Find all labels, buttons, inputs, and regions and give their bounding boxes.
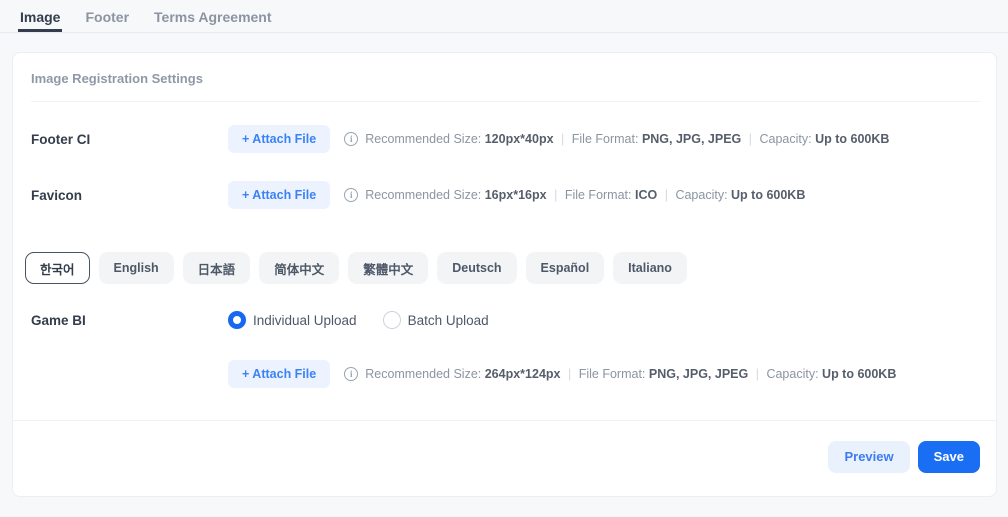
tab-image[interactable]: Image	[18, 0, 62, 32]
upload-mode-radio-group: Individual Upload Batch Upload	[228, 311, 489, 329]
favicon-label: Favicon	[31, 188, 228, 203]
action-footer: Preview Save	[13, 420, 996, 496]
card-body: Image Registration Settings Footer CI + …	[13, 53, 996, 420]
game-bi-info: i Recommended Size: 264px*124px | File F…	[344, 367, 896, 381]
footer-ci-row: Footer CI + Attach File i Recommended Si…	[31, 125, 980, 153]
game-bi-attach-row: + Attach File i Recommended Size: 264px*…	[31, 360, 980, 388]
preview-button[interactable]: Preview	[828, 441, 909, 473]
language-tabs: 한국어 English 日本語 简体中文 繁體中文 Deutsch Españo…	[25, 252, 980, 284]
info-icon: i	[344, 132, 358, 146]
section-divider	[31, 101, 980, 102]
language-tab-english[interactable]: English	[99, 252, 174, 284]
footer-ci-label: Footer CI	[31, 132, 228, 147]
tab-terms-agreement[interactable]: Terms Agreement	[152, 0, 273, 32]
language-tab-italian[interactable]: Italiano	[613, 252, 687, 284]
language-tab-korean[interactable]: 한국어	[25, 252, 90, 284]
language-tab-spanish[interactable]: Español	[526, 252, 605, 284]
game-bi-label: Game BI	[31, 313, 228, 328]
favicon-info: i Recommended Size: 16px*16px | File For…	[344, 188, 805, 202]
radio-checked-icon	[228, 311, 246, 329]
individual-upload-radio[interactable]: Individual Upload	[228, 311, 357, 329]
footer-ci-attach-file-button[interactable]: + Attach File	[228, 125, 330, 153]
radio-unchecked-icon	[383, 311, 401, 329]
tab-footer[interactable]: Footer	[83, 0, 131, 32]
language-tab-simplified-chinese[interactable]: 简体中文	[259, 252, 339, 284]
batch-upload-radio[interactable]: Batch Upload	[383, 311, 489, 329]
favicon-info-text: Recommended Size: 16px*16px | File Forma…	[365, 188, 805, 202]
info-icon: i	[344, 367, 358, 381]
game-bi-attach-file-button[interactable]: + Attach File	[228, 360, 330, 388]
game-bi-row: Game BI Individual Upload Batch Upload	[31, 306, 980, 334]
language-tab-german[interactable]: Deutsch	[437, 252, 516, 284]
language-tab-japanese[interactable]: 日本語	[183, 252, 251, 284]
section-title: Image Registration Settings	[31, 69, 980, 86]
batch-upload-radio-label: Batch Upload	[408, 313, 489, 328]
language-tab-traditional-chinese[interactable]: 繁體中文	[348, 252, 428, 284]
game-bi-info-text: Recommended Size: 264px*124px | File For…	[365, 367, 896, 381]
tab-bar: Image Footer Terms Agreement	[0, 0, 1008, 33]
footer-ci-info-text: Recommended Size: 120px*40px | File Form…	[365, 132, 889, 146]
save-button[interactable]: Save	[918, 441, 980, 473]
image-settings-card: Image Registration Settings Footer CI + …	[12, 52, 997, 497]
footer-ci-info: i Recommended Size: 120px*40px | File Fo…	[344, 132, 889, 146]
individual-upload-radio-label: Individual Upload	[253, 313, 357, 328]
favicon-attach-file-button[interactable]: + Attach File	[228, 181, 330, 209]
favicon-row: Favicon + Attach File i Recommended Size…	[31, 181, 980, 209]
info-icon: i	[344, 188, 358, 202]
